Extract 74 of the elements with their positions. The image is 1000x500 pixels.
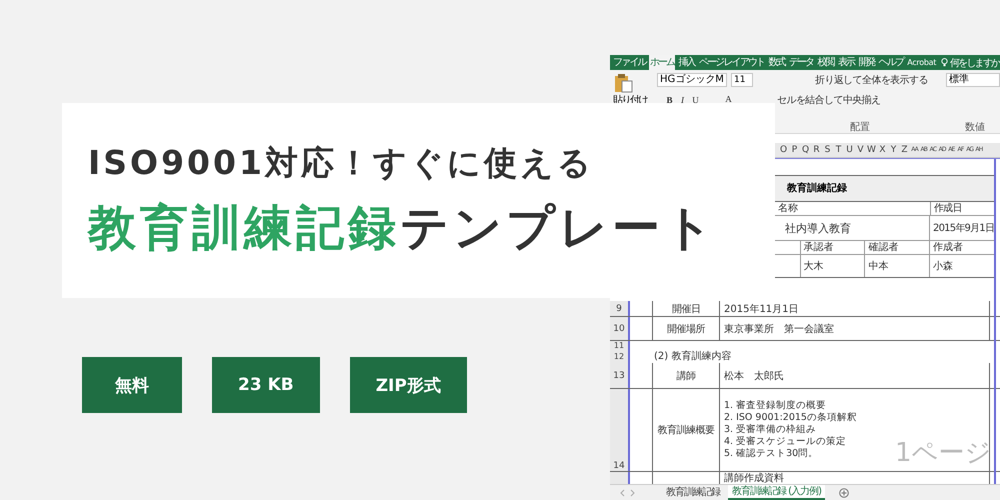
- tell-me-field[interactable]: 何をしますか: [950, 56, 1000, 70]
- table-cell: 承認者: [800, 241, 866, 254]
- column-header: V: [856, 144, 865, 157]
- ribbon-tab[interactable]: 開発: [857, 55, 876, 70]
- add-sheet-icon[interactable]: [838, 488, 849, 498]
- ribbon-tab[interactable]: ホーム: [648, 55, 676, 70]
- table-cell: 大木: [800, 255, 866, 277]
- column-header: S: [824, 144, 832, 157]
- form-title: 教育訓練記録: [775, 176, 995, 202]
- ribbon-tab[interactable]: 挿入: [677, 55, 696, 70]
- list-item: 4. 受審スケジュールの策定: [724, 436, 846, 448]
- table-cell: 2015年9月1日: [930, 216, 995, 240]
- list-item: 5. 確認テスト30問。: [724, 448, 818, 460]
- list-item: 1. 審査登録制度の概要: [724, 400, 826, 412]
- column-header: T: [834, 144, 842, 157]
- table-cell: 作成者: [930, 241, 996, 254]
- format-button[interactable]: B: [665, 95, 674, 105]
- headline: テンプレート: [400, 200, 717, 256]
- info-badge: ZIP形式: [350, 357, 467, 413]
- table-cell: 確認者: [865, 241, 930, 254]
- list-item: 3. 受審準備の枠組み: [724, 424, 816, 436]
- table-cell: 小森: [930, 255, 996, 277]
- column-header: P: [790, 144, 798, 157]
- table-cell: 松本 太郎氏: [720, 363, 990, 388]
- column-header: Q: [800, 144, 810, 157]
- ribbon-tab[interactable]: ヘルプ: [878, 55, 904, 70]
- info-badge: 23 KB: [212, 357, 320, 413]
- sheet-tab[interactable]: 教育訓練記録 (入力例): [728, 485, 825, 500]
- column-header: U: [845, 144, 854, 157]
- table-cell: 開催場所: [652, 317, 720, 340]
- column-header: R: [812, 144, 821, 157]
- sheet-tab[interactable]: 教育訓練記録: [662, 485, 724, 500]
- table-cell: 開催日: [652, 301, 720, 316]
- row-number: 11: [610, 341, 630, 350]
- ribbon-tab[interactable]: 数式: [767, 55, 786, 70]
- table-cell: 東京事業所 第一会議室: [720, 317, 990, 340]
- headline: ISO9001対応！すぐに使える: [88, 142, 595, 184]
- column-header: X: [878, 144, 887, 157]
- group-label: 数値: [965, 121, 985, 134]
- table-cell: 講師: [652, 363, 720, 388]
- group-label: 配置: [850, 120, 870, 134]
- ribbon-tab[interactable]: データ: [788, 55, 814, 70]
- wrap-text-button[interactable]: 折り返して全体を表示する: [815, 73, 928, 87]
- format-button[interactable]: U: [691, 95, 700, 105]
- font-name-field[interactable]: HGゴシックM: [657, 73, 727, 87]
- row-number: 10: [610, 317, 630, 340]
- page-number-mark: 1ページ: [895, 437, 992, 470]
- column-header: W: [866, 144, 877, 157]
- ribbon-tab[interactable]: 校閲: [816, 55, 835, 70]
- column-header: Z: [900, 144, 909, 157]
- lightbulb-icon: [941, 58, 948, 67]
- merge-center-button[interactable]: セルを結合して中央揃え: [777, 93, 880, 107]
- clipboard-icon[interactable]: [613, 73, 633, 93]
- table-cell: 中本: [865, 255, 930, 277]
- format-button[interactable]: I: [678, 95, 687, 105]
- row-number: 13: [610, 363, 630, 388]
- row-number: 12: [610, 350, 630, 363]
- row-number: 14: [610, 389, 630, 471]
- table-cell: 2015年11月1日: [720, 301, 990, 316]
- info-badge: 無料: [82, 357, 182, 413]
- ribbon-tab[interactable]: ページレイアウト: [698, 55, 766, 70]
- row-number: 9: [610, 301, 630, 316]
- ribbon-tab[interactable]: Acrobat: [906, 55, 938, 70]
- list-item: 2. ISO 9001:2015の条項解釈: [724, 412, 857, 424]
- table-cell: 作成日: [931, 202, 995, 215]
- column-header: O: [778, 144, 788, 157]
- headline-highlight: 教育訓練記録: [88, 200, 400, 256]
- ribbon-tab[interactable]: 表示: [836, 55, 856, 70]
- font-size-field[interactable]: 11: [731, 73, 753, 87]
- section-heading: (2) 教育訓練内容: [654, 351, 732, 363]
- number-format-field[interactable]: 標準: [946, 73, 1000, 87]
- ribbon-tab[interactable]: ファイル: [612, 55, 647, 70]
- column-header: Y: [890, 144, 898, 157]
- table-cell: 教育訓練概要: [652, 389, 720, 471]
